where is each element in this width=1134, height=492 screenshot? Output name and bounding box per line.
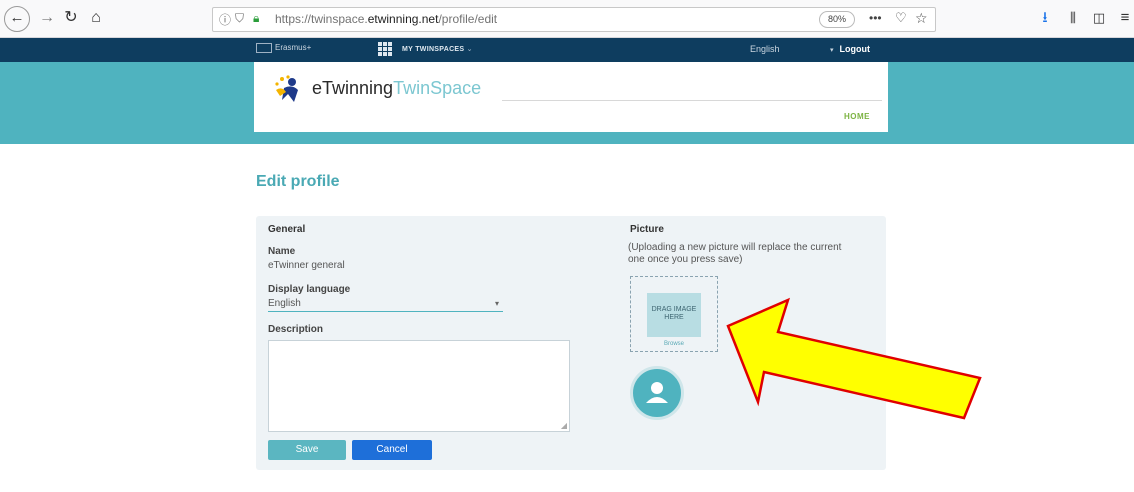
lock-icon[interactable]: 🔒︎ [253,11,259,26]
info-icon[interactable]: ⓘ [219,11,231,28]
picture-heading: Picture [630,224,664,235]
logout-link[interactable]: ▾ Logout [830,44,870,54]
back-arrow-icon[interactable]: ← [4,6,30,32]
description-textarea[interactable]: ◢ [268,340,570,432]
description-label: Description [268,324,324,335]
name-label: Name [268,246,296,257]
site-logo-text[interactable]: eTwinningTwinSpace [312,78,481,99]
user-avatar-icon [630,366,684,420]
more-icon[interactable]: ••• [869,11,882,25]
apps-grid-icon[interactable] [378,42,392,56]
display-language-select[interactable]: English ▾ [268,298,503,312]
url-text[interactable]: https://twinspace.etwinning.net/profile/… [275,12,497,26]
home-icon[interactable]: ⌂ [86,6,106,30]
header-card: eTwinningTwinSpace HOME [254,62,888,132]
url-path: /profile/edit [438,12,498,26]
chevron-down-icon: ▾ [494,299,499,308]
url-bar[interactable]: ⓘ ⛉ 🔒︎ https://twinspace.etwinning.net/p… [212,7,936,32]
resize-grip-icon[interactable]: ◢ [561,421,567,430]
chevron-down-icon: ⌄ [466,46,473,53]
page-title: Edit profile [256,173,340,190]
save-button[interactable]: Save [268,440,346,460]
name-value: eTwinner general [268,260,345,271]
display-language-value: English [268,298,301,309]
reload-icon[interactable]: ↻ [62,6,80,30]
forward-arrow-icon[interactable]: → [38,6,56,30]
menu-icon[interactable]: ≡ [1118,6,1132,30]
drag-image-placeholder: DRAG IMAGE HERE [647,293,701,337]
star-icon[interactable]: ☆ [915,10,928,27]
logout-label: Logout [839,44,871,54]
my-twinspaces-label: MY TWINSPACES [402,46,465,53]
sidebar-icon[interactable]: ◫ [1090,6,1108,30]
erasmus-flag-icon [256,43,272,53]
shield-icon[interactable]: ⛉ [235,11,244,26]
download-icon[interactable]: ⭳ [1036,6,1054,30]
url-domain: etwinning.net [367,12,439,26]
logo-etwinning: eTwinning [312,78,394,98]
erasmus-label: Erasmus+ [275,43,312,53]
erasmus-link[interactable]: Erasmus+ [256,43,311,53]
display-language-label: Display language [268,284,351,295]
picture-note: (Uploading a new picture will replace th… [628,242,842,265]
site-topbar: Erasmus+ MY TWINSPACES ⌄ English ▾ Logout [0,38,1134,62]
url-prefix: https://twinspace. [275,12,368,26]
pocket-icon[interactable]: ♡ [895,10,907,26]
header-divider [502,100,882,101]
zoom-level[interactable]: 80% [819,11,855,28]
my-twinspaces-menu[interactable]: MY TWINSPACES ⌄ [402,45,473,53]
image-dropzone[interactable]: DRAG IMAGE HERE Browse [630,276,718,352]
cancel-button[interactable]: Cancel [352,440,432,460]
annotation-arrow [726,297,982,420]
browse-link[interactable]: Browse [631,341,717,347]
language-selector[interactable]: English [750,44,780,54]
home-nav-link[interactable]: HOME [844,112,870,121]
caret-icon: ▾ [830,47,834,54]
etwinning-logo-icon[interactable] [272,74,304,104]
library-icon[interactable]: ⫼ [1064,6,1082,30]
general-heading: General [268,224,306,235]
browser-toolbar: ← → ↻ ⌂ ⓘ ⛉ 🔒︎ https://twinspace.etwinni… [0,0,1134,38]
logo-twinspace: TwinSpace [393,78,482,98]
